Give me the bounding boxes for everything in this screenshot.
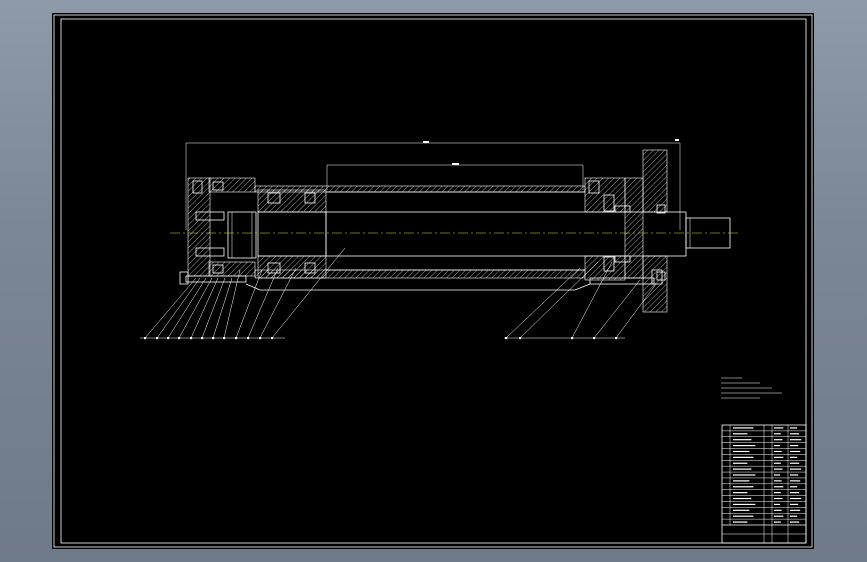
bom-cell-text: [790, 450, 801, 453]
bom-cell-text: [774, 433, 781, 435]
bom-cell-text: [774, 480, 782, 482]
bom-cell-text: [774, 486, 784, 488]
bom-cell-text: [774, 468, 783, 470]
bom-cell-text: [774, 427, 784, 429]
part-balloon[interactable]: [519, 337, 522, 340]
bom-cell-text: [774, 503, 780, 506]
cad-drawing-canvas[interactable]: [0, 0, 867, 562]
part-balloon[interactable]: [156, 337, 159, 340]
title-block: [721, 424, 807, 544]
bom-cell-text: [733, 444, 756, 447]
bom-cell-text: [733, 462, 748, 464]
bom-cell-text: [774, 462, 781, 464]
bom-cell-text: [733, 456, 754, 458]
part-balloon[interactable]: [247, 337, 250, 340]
part-balloon[interactable]: [167, 337, 170, 340]
bom-cell-text: [790, 503, 799, 506]
bom-cell-text: [790, 497, 802, 500]
part-balloon[interactable]: [259, 337, 262, 340]
part-balloon[interactable]: [178, 337, 181, 340]
bom-cell-text: [733, 521, 748, 523]
part-balloon[interactable]: [615, 337, 618, 340]
bom-cell-text: [733, 492, 748, 494]
part-balloon[interactable]: [190, 337, 193, 340]
bom-cell-text: [790, 433, 800, 435]
bom-cell-text: [774, 450, 782, 453]
bom-cell-text: [733, 450, 750, 453]
bom-cell-text: [790, 444, 799, 447]
part-balloon[interactable]: [235, 337, 238, 340]
bom-cell-text: [790, 462, 800, 464]
part-balloon[interactable]: [212, 337, 215, 340]
bom-cell-text: [733, 439, 752, 441]
bom-cell-text: [733, 433, 748, 435]
bom-cell-text: [733, 509, 750, 511]
part-balloon[interactable]: [201, 337, 204, 340]
bom-cell-text: [790, 480, 801, 482]
bom-cell-text: [774, 492, 781, 494]
bom-cell-text: [774, 509, 782, 511]
bom-cell-text: [733, 468, 752, 470]
part-balloon[interactable]: [271, 337, 274, 340]
bom-cell-text: [733, 486, 754, 488]
bom-cell-text: [733, 503, 756, 506]
bom-cell-text: [733, 515, 754, 517]
bom-cell-text: [774, 444, 780, 447]
bom-cell-text: [790, 468, 802, 470]
part-balloon[interactable]: [593, 337, 596, 340]
bom-cell-text: [733, 474, 756, 476]
bom-cell-text: [733, 427, 754, 429]
bom-cell-text: [790, 474, 799, 476]
bom-cell-text: [790, 456, 798, 458]
bom-cell-text: [790, 509, 801, 511]
bom-cell-text: [774, 497, 783, 500]
bom-cell-text: [790, 427, 798, 429]
part-balloon[interactable]: [223, 337, 226, 340]
bom-cell-text: [774, 515, 784, 517]
bom-cell-text: [774, 474, 780, 476]
bom-cell-text: [790, 492, 800, 494]
bom-cell-text: [774, 456, 784, 458]
drawing-sheet: [52, 13, 814, 549]
bom-cell-text: [790, 486, 798, 488]
bom-cell-text: [733, 497, 752, 500]
part-balloon[interactable]: [144, 337, 147, 340]
bom-cell-text: [790, 521, 800, 523]
part-balloon[interactable]: [505, 337, 508, 340]
part-balloon[interactable]: [571, 337, 574, 340]
bom-cell-text: [790, 515, 798, 517]
bom-cell-text: [774, 439, 783, 441]
bom-cell-text: [774, 521, 781, 523]
bom-cell-text: [733, 480, 750, 482]
bom-cell-text: [790, 439, 802, 441]
